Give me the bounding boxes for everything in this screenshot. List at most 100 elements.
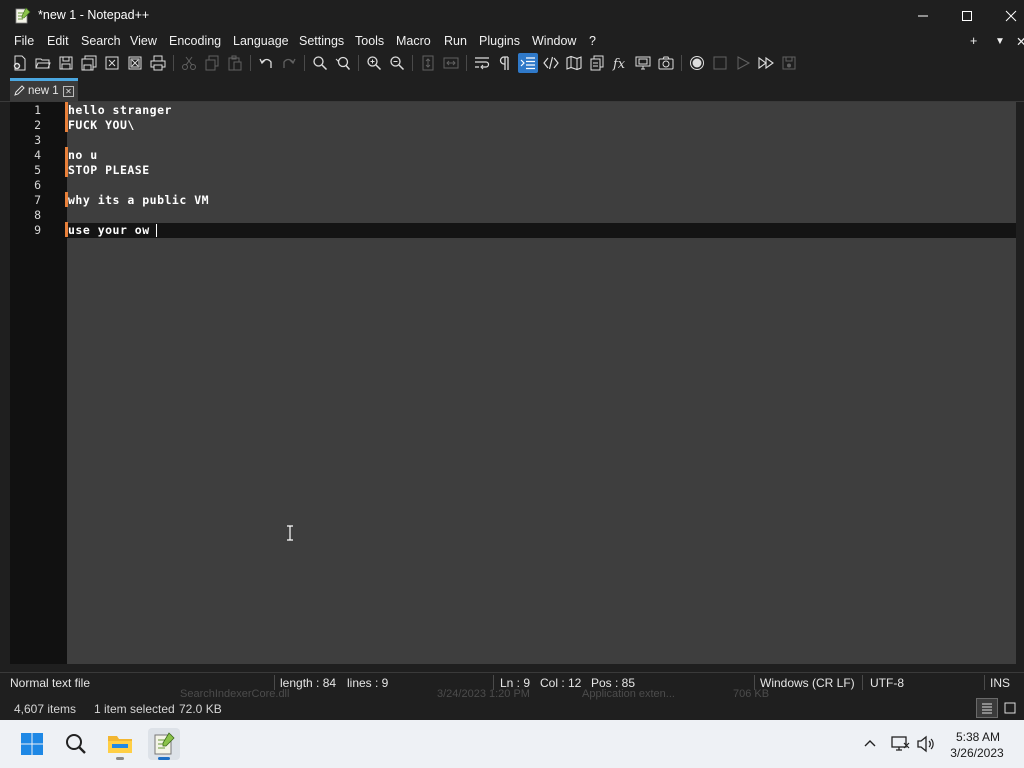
file-explorer-taskbar-button[interactable]	[104, 728, 136, 760]
sync-vertical-button[interactable]	[418, 53, 438, 73]
stop-macro-button[interactable]	[710, 53, 730, 73]
function-list-button[interactable]: fx	[610, 53, 630, 73]
sync-vertical-icon	[422, 55, 434, 71]
menu-bar: File Edit Search View Encoding Language …	[0, 31, 1024, 51]
new-file-icon	[13, 55, 26, 71]
clock-time[interactable]: 5:38 AM	[950, 730, 1006, 744]
toolbar-separator	[358, 55, 359, 71]
tiles-view-button[interactable]	[1000, 698, 1020, 718]
editor-area[interactable]: 1 2 3 4 5 6 7 8 9 hello stranger FUCK YO…	[10, 102, 1016, 664]
code-line[interactable]: why its a public VM	[68, 193, 209, 207]
run-macro-multiple-button[interactable]	[756, 53, 776, 73]
line-number: 1	[34, 103, 41, 117]
right-edge	[1016, 102, 1024, 664]
record-macro-button[interactable]	[687, 53, 707, 73]
menu-encoding[interactable]: Encoding	[169, 34, 221, 48]
menu-view[interactable]: View	[130, 34, 157, 48]
taskbar-search-button[interactable]	[60, 728, 92, 760]
chevron-up-icon	[864, 740, 876, 747]
menu-file[interactable]: File	[14, 34, 34, 48]
save-macro-button[interactable]	[779, 53, 799, 73]
menu-tools[interactable]: Tools	[355, 34, 384, 48]
active-indicator	[158, 757, 170, 760]
copy-button[interactable]	[202, 53, 222, 73]
add-tab-button[interactable]: +	[970, 34, 977, 48]
notepad-plus-plus-taskbar-button[interactable]	[148, 728, 180, 760]
details-view-button[interactable]	[976, 698, 998, 718]
tab-list-dropdown[interactable]: ▼	[995, 36, 1005, 47]
tab-new-1[interactable]: new 1 ✕	[10, 78, 78, 101]
close-document-button[interactable]: ✕	[1016, 34, 1024, 49]
explorer-status-bar: SearchIndexerCore.dll 3/24/2023 1:20 PM …	[0, 688, 1024, 720]
show-hidden-icons-button[interactable]	[854, 728, 886, 760]
maximize-button[interactable]	[944, 0, 990, 31]
print-button[interactable]	[148, 53, 168, 73]
volume-button[interactable]	[910, 728, 942, 760]
code-line[interactable]: use your ow	[68, 223, 150, 237]
text-caret	[156, 224, 157, 237]
undo-button[interactable]	[256, 53, 276, 73]
zoom-out-button[interactable]	[387, 53, 407, 73]
show-all-chars-button[interactable]	[495, 53, 515, 73]
explorer-size: 72.0 KB	[179, 702, 222, 716]
line-number: 9	[34, 223, 41, 237]
code-line[interactable]: no u	[68, 148, 98, 162]
code-line[interactable]: FUCK YOU\	[68, 118, 135, 132]
save-all-button[interactable]	[79, 53, 99, 73]
menu-search[interactable]: Search	[81, 34, 121, 48]
redo-button[interactable]	[279, 53, 299, 73]
start-button[interactable]	[16, 728, 48, 760]
tab-close-button[interactable]: ✕	[63, 86, 74, 97]
cut-button[interactable]	[179, 53, 199, 73]
save-button[interactable]	[56, 53, 76, 73]
close-button[interactable]	[988, 0, 1024, 31]
menu-edit[interactable]: Edit	[47, 34, 69, 48]
find-button[interactable]	[310, 53, 330, 73]
save-icon	[59, 56, 73, 70]
udl-button[interactable]	[541, 53, 561, 73]
toolbar-separator	[304, 55, 305, 71]
code-line[interactable]: STOP PLEASE	[68, 163, 150, 177]
document-list-button[interactable]	[587, 53, 607, 73]
folder-workspace-button[interactable]	[633, 53, 653, 73]
ghost-file-size: 706 KB	[733, 688, 770, 700]
redo-icon	[283, 58, 296, 68]
menu-macro[interactable]: Macro	[396, 34, 431, 48]
menu-window[interactable]: Window	[532, 34, 576, 48]
menu-language[interactable]: Language	[233, 34, 289, 48]
clock-date[interactable]: 3/26/2023	[944, 746, 1010, 760]
menu-plugins[interactable]: Plugins	[479, 34, 520, 48]
word-wrap-button[interactable]	[472, 53, 492, 73]
code-line[interactable]: hello stranger	[68, 103, 172, 117]
save-all-icon	[81, 55, 97, 71]
title-bar: *new 1 - Notepad++	[0, 0, 1024, 31]
indent-guide-button[interactable]	[518, 53, 538, 73]
minimize-button[interactable]	[900, 0, 946, 31]
status-encoding[interactable]: UTF-8	[870, 676, 904, 690]
fast-forward-icon	[758, 56, 774, 70]
close-all-button[interactable]	[125, 53, 145, 73]
line-number: 7	[34, 193, 41, 207]
status-eol[interactable]: Windows (CR LF)	[760, 676, 855, 690]
paste-button[interactable]	[225, 53, 245, 73]
close-icon	[1005, 10, 1017, 21]
open-file-button[interactable]	[33, 53, 53, 73]
status-insert-mode[interactable]: INS	[990, 676, 1010, 690]
line-number: 8	[34, 208, 41, 222]
explorer-selection: 1 item selected	[94, 702, 175, 716]
tab-bar: new 1 ✕	[0, 76, 1024, 102]
notepad-plus-plus-icon	[15, 7, 31, 24]
menu-run[interactable]: Run	[444, 34, 467, 48]
monitoring-button[interactable]	[656, 53, 676, 73]
zoom-in-button[interactable]	[364, 53, 384, 73]
menu-help[interactable]: ?	[589, 34, 596, 48]
document-map-button[interactable]	[564, 53, 584, 73]
new-file-button[interactable]	[10, 53, 30, 73]
undo-icon	[259, 58, 272, 68]
toolbar-separator	[466, 55, 467, 71]
replace-button[interactable]	[333, 53, 353, 73]
close-button-tb[interactable]	[102, 53, 122, 73]
menu-settings[interactable]: Settings	[299, 34, 344, 48]
sync-horizontal-button[interactable]	[441, 53, 461, 73]
play-macro-button[interactable]	[733, 53, 753, 73]
